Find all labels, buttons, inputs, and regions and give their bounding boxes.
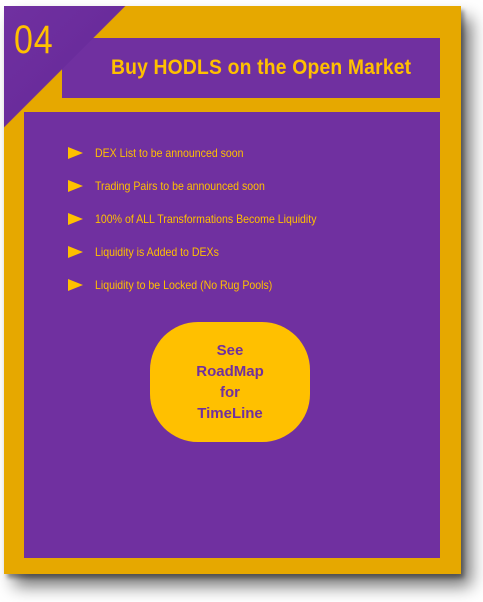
list-item: 100% of ALL Transformations Become Liqui… — [68, 202, 347, 235]
roadmap-button[interactable]: See RoadMap for TimeLine — [150, 322, 310, 442]
triangle-bullet-icon — [68, 146, 83, 159]
list-item-label: Trading Pairs to be announced soon — [95, 178, 265, 193]
list-item-label: Liquidity is Added to DEXs — [95, 244, 219, 259]
roadmap-button-line: RoadMap — [196, 363, 264, 380]
triangle-bullet-icon — [68, 212, 83, 225]
list-item: Liquidity is Added to DEXs — [68, 235, 347, 268]
roadmap-button-line: See — [216, 342, 244, 359]
step-number: 04 — [14, 18, 54, 62]
step-card-container: Buy HODLS on the Open Market 04 DEX List… — [0, 0, 483, 602]
list-item-label: Liquidity to be Locked (No Rug Pools) — [95, 277, 273, 292]
list-item-label: 100% of ALL Transformations Become Liqui… — [95, 211, 317, 226]
list-item: Trading Pairs to be announced soon — [68, 169, 347, 202]
list-item: DEX List to be announced soon — [68, 136, 347, 169]
triangle-bullet-icon — [68, 278, 83, 291]
bullet-list: DEX List to be announced soon Trading Pa… — [68, 136, 347, 301]
triangle-bullet-icon — [68, 245, 83, 258]
content-panel: DEX List to be announced soon Trading Pa… — [24, 112, 440, 558]
list-item: Liquidity to be Locked (No Rug Pools) — [68, 268, 347, 301]
roadmap-button-line: for — [220, 384, 240, 401]
triangle-bullet-icon — [68, 179, 83, 192]
page-title: Buy HODLS on the Open Market — [110, 56, 412, 79]
list-item-label: DEX List to be announced soon — [95, 145, 244, 160]
roadmap-button-line: TimeLine — [197, 405, 263, 422]
